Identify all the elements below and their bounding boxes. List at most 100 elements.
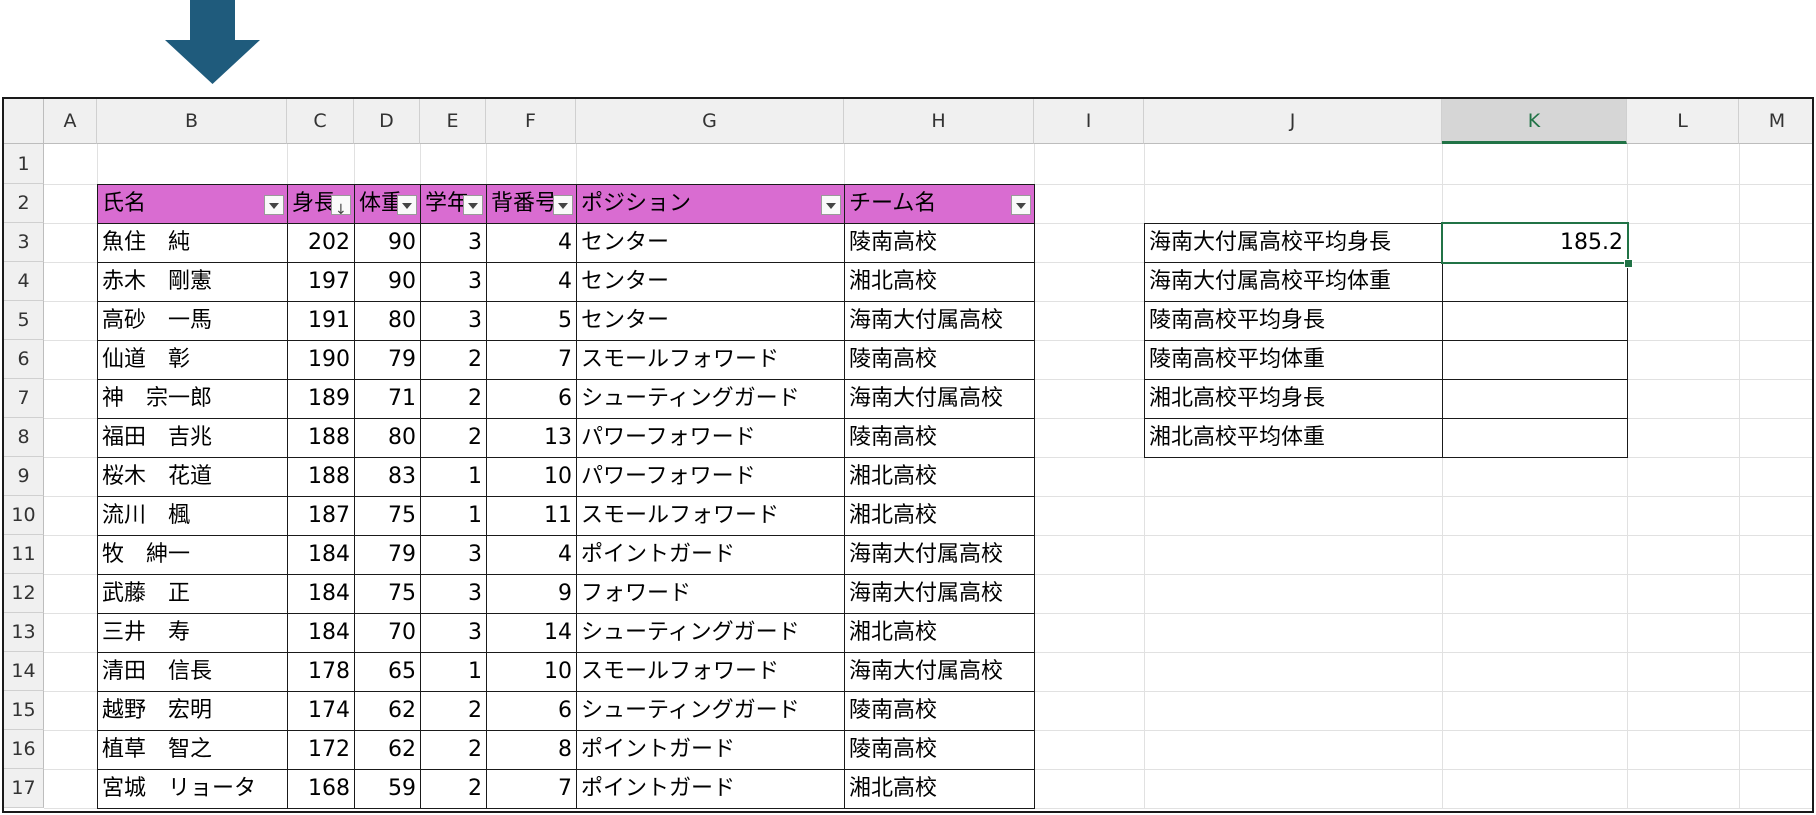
row-header-17[interactable]: 17 [4,769,44,808]
table-cell[interactable]: 187 [287,496,355,536]
table-cell[interactable]: 6 [486,379,577,419]
table-cell[interactable]: 59 [354,769,421,809]
row-header-14[interactable]: 14 [4,652,44,691]
table-cell[interactable]: センター [576,301,845,341]
table-cell[interactable]: 190 [287,340,355,380]
row-header-5[interactable]: 5 [4,301,44,340]
table-cell[interactable]: 168 [287,769,355,809]
row-header-3[interactable]: 3 [4,223,44,262]
row-header-12[interactable]: 12 [4,574,44,613]
table-cell[interactable]: 202 [287,223,355,263]
table-cell[interactable]: スモールフォワード [576,340,845,380]
table-cell[interactable]: ポイントガード [576,535,845,575]
table-cell[interactable]: 5 [486,301,577,341]
table-header-2[interactable]: 身長 [287,184,355,224]
table-cell[interactable]: 174 [287,691,355,731]
table-cell[interactable]: 赤木 剛憲 [97,262,288,302]
table-cell[interactable]: 8 [486,730,577,770]
table-cell[interactable]: センター [576,223,845,263]
column-header-e[interactable]: E [420,99,486,144]
table-cell[interactable]: 清田 信長 [97,652,288,692]
filter-dropdown-icon[interactable] [463,195,483,215]
table-cell[interactable]: 2 [420,691,487,731]
column-header-a[interactable]: A [44,99,97,144]
filter-dropdown-icon[interactable] [397,195,417,215]
table-cell[interactable]: 191 [287,301,355,341]
filter-dropdown-icon[interactable] [553,195,573,215]
row-header-9[interactable]: 9 [4,457,44,496]
sort-descending-icon[interactable] [331,192,351,223]
table-cell[interactable]: 80 [354,418,421,458]
table-cell[interactable]: 武藤 正 [97,574,288,614]
table-cell[interactable]: 188 [287,418,355,458]
table-cell[interactable]: 牧 紳一 [97,535,288,575]
table-cell[interactable]: 70 [354,613,421,653]
column-header-g[interactable]: G [576,99,844,144]
table-header-6[interactable]: ポジション [576,184,845,224]
row-header-2[interactable]: 2 [4,184,44,223]
table-cell[interactable]: 3 [420,613,487,653]
table-cell[interactable]: 3 [420,301,487,341]
table-cell[interactable]: パワーフォワード [576,457,845,497]
table-cell[interactable]: 79 [354,340,421,380]
table-cell[interactable]: 189 [287,379,355,419]
table-cell[interactable]: 湘北高校 [844,769,1035,809]
table-cell[interactable]: 湘北高校 [844,496,1035,536]
table-cell[interactable]: 植草 智之 [97,730,288,770]
table-header-3[interactable]: 体重 [354,184,421,224]
column-header-m[interactable]: M [1739,99,1812,144]
filter-dropdown-icon[interactable] [821,195,841,215]
table-cell[interactable]: 海南大付属高校 [844,535,1035,575]
table-cell[interactable]: 10 [486,457,577,497]
filter-dropdown-icon[interactable] [264,195,284,215]
table-cell[interactable]: 陵南高校 [844,223,1035,263]
table-cell[interactable]: 1 [420,652,487,692]
column-header-f[interactable]: F [486,99,576,144]
table-cell[interactable]: 80 [354,301,421,341]
table-cell[interactable]: 海南大付属高校 [844,301,1035,341]
table-cell[interactable]: 三井 寿 [97,613,288,653]
table-cell[interactable]: スモールフォワード [576,496,845,536]
table-cell[interactable]: パワーフォワード [576,418,845,458]
table-cell[interactable]: 3 [420,574,487,614]
column-header-l[interactable]: L [1627,99,1739,144]
table-cell[interactable]: 湘北高校 [844,613,1035,653]
table-cell[interactable]: 4 [486,223,577,263]
row-header-10[interactable]: 10 [4,496,44,535]
table-cell[interactable]: 6 [486,691,577,731]
row-header-16[interactable]: 16 [4,730,44,769]
row-header-13[interactable]: 13 [4,613,44,652]
table-cell[interactable]: 13 [486,418,577,458]
table-cell[interactable]: 65 [354,652,421,692]
table-cell[interactable]: 4 [486,535,577,575]
table-cell[interactable]: ポイントガード [576,730,845,770]
table-cell[interactable]: 3 [420,223,487,263]
table-cell[interactable]: 2 [420,769,487,809]
table-cell[interactable]: 83 [354,457,421,497]
fill-handle[interactable] [1624,259,1633,268]
table-cell[interactable]: 62 [354,691,421,731]
table-cell[interactable]: ポイントガード [576,769,845,809]
summary-value-cell[interactable] [1442,301,1628,341]
table-header-5[interactable]: 背番号 [486,184,577,224]
table-cell[interactable]: 海南大付属高校 [844,574,1035,614]
table-cell[interactable]: 仙道 彰 [97,340,288,380]
column-header-b[interactable]: B [97,99,287,144]
table-cell[interactable]: 172 [287,730,355,770]
table-cell[interactable]: 神 宗一郎 [97,379,288,419]
row-header-7[interactable]: 7 [4,379,44,418]
table-cell[interactable]: 184 [287,613,355,653]
table-cell[interactable]: 10 [486,652,577,692]
table-cell[interactable]: 海南大付属高校 [844,652,1035,692]
table-cell[interactable]: 71 [354,379,421,419]
table-cell[interactable]: シューティングガード [576,691,845,731]
table-cell[interactable]: 90 [354,223,421,263]
row-header-6[interactable]: 6 [4,340,44,379]
row-header-11[interactable]: 11 [4,535,44,574]
table-header-1[interactable]: 氏名 [97,184,288,224]
row-header-15[interactable]: 15 [4,691,44,730]
summary-value-cell[interactable] [1442,262,1628,302]
table-cell[interactable]: 陵南高校 [844,418,1035,458]
table-cell[interactable]: 9 [486,574,577,614]
filter-dropdown-icon[interactable] [1011,195,1031,215]
